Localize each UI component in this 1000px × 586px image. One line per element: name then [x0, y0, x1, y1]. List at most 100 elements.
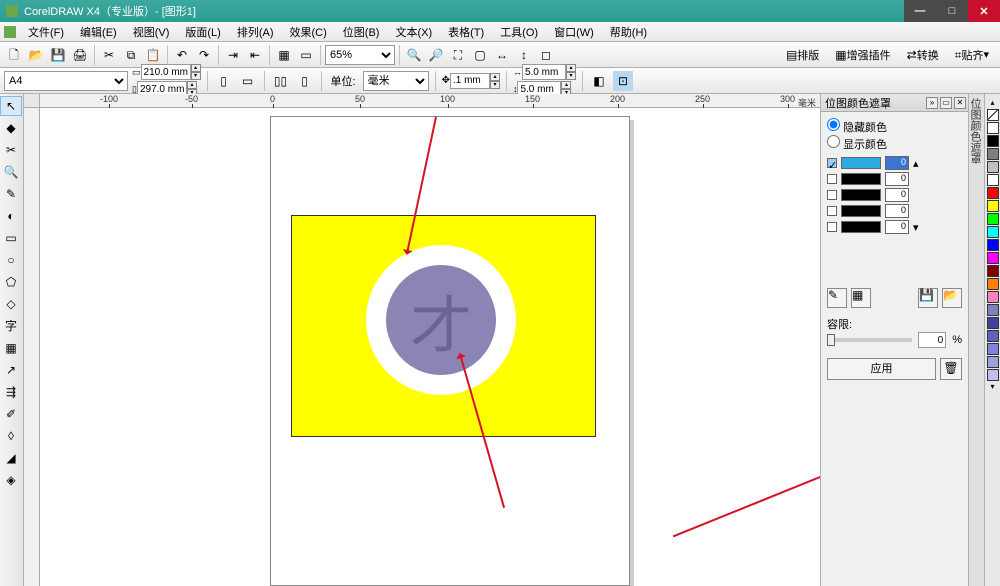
row-checkbox[interactable]	[827, 222, 837, 232]
no-color-swatch[interactable]	[987, 109, 999, 121]
palette-swatch[interactable]	[987, 278, 999, 290]
palette-swatch[interactable]	[987, 135, 999, 147]
color-swatch[interactable]	[841, 157, 881, 169]
maximize-button[interactable]: □	[936, 0, 968, 22]
color-picker-button[interactable]: ✎	[827, 288, 847, 308]
palette-swatch[interactable]	[987, 122, 999, 134]
freehand-tool[interactable]: ✎	[0, 184, 22, 204]
show-color-radio[interactable]: 显示颜色	[827, 135, 962, 152]
dynamic-guides-button[interactable]: ⊡	[613, 71, 633, 91]
row-checkbox[interactable]	[827, 174, 837, 184]
menu-edit[interactable]: 编辑(E)	[72, 24, 125, 40]
palette-swatch[interactable]	[987, 252, 999, 264]
zoom-height-button[interactable]: ↕	[514, 45, 534, 65]
save-button[interactable]: 💾	[48, 45, 68, 65]
docker-tab[interactable]: 位图颜色遮罩	[968, 94, 984, 586]
menu-bitmap[interactable]: 位图(B)	[335, 24, 388, 40]
color-row-2[interactable]: 0	[827, 188, 962, 202]
docker-close-button[interactable]: ✕	[954, 97, 966, 109]
print-button[interactable]: 🖨	[70, 45, 90, 65]
paper-size-select[interactable]: A4	[4, 71, 128, 91]
palette-swatch[interactable]	[987, 265, 999, 277]
dupx-spinner[interactable]: ▴▾	[566, 64, 576, 80]
eyedropper-tool[interactable]: ✐	[0, 404, 22, 424]
color-swatch[interactable]	[841, 189, 881, 201]
zoom-tool[interactable]: 🔍	[0, 162, 22, 182]
palette-swatch[interactable]	[987, 317, 999, 329]
page-width-input[interactable]	[141, 64, 191, 80]
color-value[interactable]: 0	[885, 220, 909, 234]
row-arrow-icon[interactable]: ▾	[913, 221, 919, 234]
palette-scroll-up[interactable]: ▴	[987, 98, 999, 108]
ellipse-tool[interactable]: ○	[0, 250, 22, 270]
shape-tool[interactable]: ◆	[0, 118, 22, 138]
undo-button[interactable]: ↶	[172, 45, 192, 65]
palette-swatch[interactable]	[987, 187, 999, 199]
rectangle-tool[interactable]: ▭	[0, 228, 22, 248]
palette-swatch[interactable]	[987, 226, 999, 238]
smart-fill-tool[interactable]: ◐	[0, 206, 22, 226]
palette-swatch[interactable]	[987, 200, 999, 212]
import-button[interactable]: ⇥	[223, 45, 243, 65]
color-row-0[interactable]: ✓ 0 ▴	[827, 156, 962, 170]
crop-tool[interactable]: ✂	[0, 140, 22, 160]
app-launcher-button[interactable]: ▦	[274, 45, 294, 65]
tolerance-slider[interactable]	[827, 338, 912, 342]
apply-button[interactable]: 应用	[827, 358, 936, 380]
zoom-sel-button[interactable]: ◻	[536, 45, 556, 65]
docker-collapse-button[interactable]: »	[926, 97, 938, 109]
unit-select[interactable]: 毫米	[363, 71, 429, 91]
docker-menu-button[interactable]: ▭	[940, 97, 952, 109]
palette-swatch[interactable]	[987, 356, 999, 368]
portrait-button[interactable]: ▯	[214, 71, 234, 91]
menu-text[interactable]: 文本(X)	[387, 24, 440, 40]
treat-as-filled-button[interactable]: ◧	[589, 71, 609, 91]
interactive-fill-tool[interactable]: ◈	[0, 470, 22, 490]
color-row-3[interactable]: 0	[827, 204, 962, 218]
zoom-page-button[interactable]: ▢	[470, 45, 490, 65]
docker-title-bar[interactable]: 位图颜色遮罩 » ▭ ✕	[821, 94, 968, 112]
menu-effects[interactable]: 效果(C)	[282, 24, 335, 40]
zoom-in-button[interactable]: 🔍	[404, 45, 424, 65]
menu-layout[interactable]: 版面(L)	[177, 24, 228, 40]
snap-button[interactable]: ⌗ 贴齐 ▾	[948, 45, 996, 65]
facing-pages-button[interactable]: ▯▯	[271, 71, 291, 91]
row-checkbox[interactable]: ✓	[827, 158, 837, 168]
palette-swatch[interactable]	[987, 239, 999, 251]
color-value[interactable]: 0	[885, 156, 909, 170]
purple-circle[interactable]: 才	[386, 265, 496, 375]
redo-button[interactable]: ↷	[194, 45, 214, 65]
dimension-tool[interactable]: ↗	[0, 360, 22, 380]
menu-table[interactable]: 表格(T)	[440, 24, 492, 40]
typeset-button[interactable]: ▤ 排版	[779, 45, 826, 65]
row-arrow-icon[interactable]: ▴	[913, 157, 919, 170]
palette-swatch[interactable]	[987, 330, 999, 342]
export-button[interactable]: ⇤	[245, 45, 265, 65]
cut-button[interactable]: ✂	[99, 45, 119, 65]
ruler-horizontal[interactable]: 毫米 -100 -50 0 50 100 150 200 250 300	[40, 94, 820, 108]
ruler-origin[interactable]	[24, 94, 40, 108]
zoom-select[interactable]: 65%	[325, 45, 395, 65]
paste-button[interactable]: 📋	[143, 45, 163, 65]
color-swatch[interactable]	[841, 205, 881, 217]
palette-swatch[interactable]	[987, 369, 999, 381]
dupx-input[interactable]	[522, 64, 566, 80]
copy-button[interactable]: ⧉	[121, 45, 141, 65]
new-button[interactable]: 🗋	[4, 45, 24, 65]
palette-swatch[interactable]	[987, 161, 999, 173]
tolerance-input[interactable]	[918, 332, 946, 348]
color-swatch[interactable]	[841, 173, 881, 185]
menu-help[interactable]: 帮助(H)	[602, 24, 655, 40]
pick-tool[interactable]: ↖	[0, 96, 22, 116]
row-checkbox[interactable]	[827, 206, 837, 216]
interactive-tool[interactable]: ⇶	[0, 382, 22, 402]
zoom-out-button[interactable]: 🔎	[426, 45, 446, 65]
color-row-4[interactable]: 0▾	[827, 220, 962, 234]
color-value[interactable]: 0	[885, 172, 909, 186]
delete-button[interactable]: 🗑	[940, 358, 962, 380]
palette-swatch[interactable]	[987, 291, 999, 303]
palette-swatch[interactable]	[987, 213, 999, 225]
fill-tool[interactable]: ◢	[0, 448, 22, 468]
color-value[interactable]: 0	[885, 188, 909, 202]
palette-swatch[interactable]	[987, 343, 999, 355]
